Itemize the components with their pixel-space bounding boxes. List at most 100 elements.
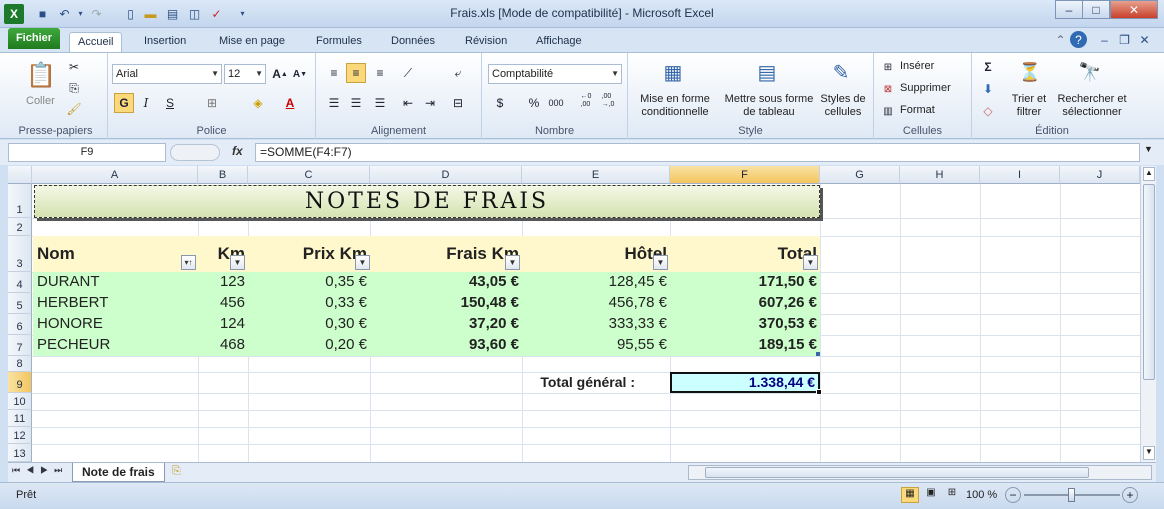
file-tab[interactable]: Fichier xyxy=(8,28,60,49)
tab-formules[interactable]: Formules xyxy=(308,32,370,52)
row-header-7[interactable]: 7 xyxy=(8,335,32,356)
filter-dropdown-icon[interactable]: ▼ xyxy=(803,255,818,270)
filter-dropdown-icon[interactable]: ▼ xyxy=(355,255,370,270)
align-left-icon[interactable]: ☰ xyxy=(324,93,344,113)
fill-handle[interactable] xyxy=(816,389,822,395)
sort-filter-icon[interactable]: ⏳ xyxy=(1016,57,1044,87)
cell-prix-km[interactable]: 0,33 € xyxy=(248,293,370,313)
bold-button[interactable]: G xyxy=(114,93,134,113)
zoom-level[interactable]: 100 % xyxy=(966,489,997,501)
row-header-3[interactable]: 3 xyxy=(8,236,32,272)
row-header-9[interactable]: 9 xyxy=(8,372,32,393)
cell-prix-km[interactable]: 0,30 € xyxy=(248,314,370,334)
font-color-icon[interactable]: A xyxy=(280,93,300,113)
cell-km[interactable]: 468 xyxy=(198,335,248,355)
formula-bar-expander[interactable] xyxy=(170,144,220,161)
page-break-view-icon[interactable]: ⊞ xyxy=(943,487,961,503)
header-frais-km[interactable]: Frais Km xyxy=(370,244,522,264)
cell-hotel[interactable]: 95,55 € xyxy=(522,335,670,355)
workbook-minimize-icon[interactable]: – xyxy=(1096,31,1113,48)
header-prix-km[interactable]: Prix Km xyxy=(248,244,370,264)
font-size-select[interactable]: 12 ▼ xyxy=(224,64,266,84)
cell-hotel[interactable]: 333,33 € xyxy=(522,314,670,334)
wrap-text-icon[interactable]: ⤶ xyxy=(448,63,468,83)
workbook-close-icon[interactable]: ✕ xyxy=(1136,31,1153,48)
clear-icon[interactable]: ◇ xyxy=(978,101,998,121)
row-header-12[interactable]: 12 xyxy=(8,427,32,444)
close-button[interactable]: ✕ xyxy=(1110,0,1158,19)
tab-revision[interactable]: Révision xyxy=(457,32,515,52)
formula-input[interactable]: =SOMME(F4:F7) xyxy=(255,143,1140,162)
align-bottom-icon[interactable]: ≡ xyxy=(370,63,390,83)
autosum-button[interactable]: Σ xyxy=(978,57,998,77)
increase-decimal-button[interactable]: ←0 ,00 xyxy=(576,91,596,111)
cell-frais-km[interactable]: 37,20 € xyxy=(370,314,522,334)
spreadsheet-grid[interactable]: A B C D E F G H I J 1 2 3 4 5 6 7 8 9 10… xyxy=(8,166,1140,462)
zoom-slider-thumb[interactable] xyxy=(1068,488,1075,502)
column-header-d[interactable]: D xyxy=(370,166,522,184)
cell-total[interactable]: 607,26 € xyxy=(670,293,820,313)
align-middle-icon[interactable]: ≡ xyxy=(346,63,366,83)
column-header-c[interactable]: C xyxy=(248,166,370,184)
filter-dropdown-icon[interactable]: ▼ xyxy=(505,255,520,270)
sheet-tab-active[interactable]: Note de frais xyxy=(72,463,165,482)
currency-button[interactable]: $ xyxy=(490,93,510,113)
paste-button[interactable]: Coller xyxy=(26,95,55,107)
row-header-13[interactable]: 13 xyxy=(8,444,32,462)
percent-button[interactable]: % xyxy=(524,93,544,113)
maximize-button[interactable]: □ xyxy=(1082,0,1110,19)
header-nom[interactable]: Nom xyxy=(34,244,198,264)
row-header-6[interactable]: 6 xyxy=(8,314,32,335)
cell-prix-km[interactable]: 0,35 € xyxy=(248,272,370,292)
fill-color-icon[interactable]: ◈ xyxy=(248,93,268,113)
row-header-10[interactable]: 10 xyxy=(8,393,32,410)
total-general-label[interactable]: Total général : xyxy=(370,372,638,392)
scroll-up-icon[interactable]: ▲ xyxy=(1143,167,1155,181)
scroll-down-icon[interactable]: ▼ xyxy=(1143,446,1155,460)
minimize-button[interactable]: – xyxy=(1055,0,1083,19)
font-name-select[interactable]: Arial ▼ xyxy=(112,64,222,84)
format-as-table-button[interactable]: Mettre sous forme de tableau xyxy=(722,93,816,119)
italic-button[interactable]: I xyxy=(136,93,156,113)
row-header-1[interactable]: 1 xyxy=(8,184,32,218)
horizontal-scrollbar[interactable] xyxy=(688,465,1152,480)
insert-cells-button[interactable]: Insérer xyxy=(900,60,934,72)
merge-center-icon[interactable]: ⊟ xyxy=(448,93,468,113)
find-select-icon[interactable]: 🔭 xyxy=(1076,57,1104,87)
delete-cells-button[interactable]: Supprimer xyxy=(900,82,951,94)
tab-insertion[interactable]: Insertion xyxy=(136,32,194,52)
insert-cells-icon[interactable]: ⊞ xyxy=(878,57,898,77)
scroll-thumb[interactable] xyxy=(1143,184,1155,380)
decrease-decimal-button[interactable]: ,00 →,0 xyxy=(598,91,618,111)
cell-nom[interactable]: HONORE xyxy=(34,314,198,334)
page-layout-view-icon[interactable]: ▣ xyxy=(922,487,940,503)
cell-styles-button[interactable]: Styles de cellules xyxy=(818,93,868,119)
format-cells-button[interactable]: Format xyxy=(900,104,935,116)
select-all-corner[interactable] xyxy=(8,166,32,184)
sheet-nav-arrows-icon[interactable]: ⏮◀▶⏭ xyxy=(12,465,68,476)
filter-dropdown-icon[interactable]: ▼ xyxy=(653,255,668,270)
header-total[interactable]: Total xyxy=(670,244,820,264)
sort-filter-button[interactable]: Trier et filtrer xyxy=(1006,93,1052,119)
decrease-indent-icon[interactable]: ⇤ xyxy=(398,93,418,113)
horizontal-scroll-thumb[interactable] xyxy=(705,467,1089,478)
cell-total[interactable]: 189,15 € xyxy=(670,335,820,355)
insert-sheet-icon[interactable]: ⎘ xyxy=(172,465,181,478)
help-icon[interactable]: ? xyxy=(1070,31,1087,48)
filter-sort-icon[interactable]: ▾↑ xyxy=(181,255,196,270)
row-header-4[interactable]: 4 xyxy=(8,272,32,293)
cell-km[interactable]: 456 xyxy=(198,293,248,313)
cell-nom[interactable]: DURANT xyxy=(34,272,198,292)
cell-nom[interactable]: HERBERT xyxy=(34,293,198,313)
tab-accueil[interactable]: Accueil xyxy=(69,32,123,53)
cell-frais-km[interactable]: 93,60 € xyxy=(370,335,522,355)
row-header-11[interactable]: 11 xyxy=(8,410,32,427)
total-general-value[interactable]: 1.338,44 € xyxy=(670,372,818,392)
number-format-select[interactable]: Comptabilité ▼ xyxy=(488,64,622,84)
delete-cells-icon[interactable]: ⊠ xyxy=(878,79,898,99)
underline-button[interactable]: S xyxy=(160,93,180,113)
zoom-out-icon[interactable]: − xyxy=(1005,487,1021,503)
conditional-formatting-button[interactable]: Mise en forme conditionnelle xyxy=(638,93,712,119)
cell-total[interactable]: 171,50 € xyxy=(670,272,820,292)
align-right-icon[interactable]: ☰ xyxy=(370,93,390,113)
